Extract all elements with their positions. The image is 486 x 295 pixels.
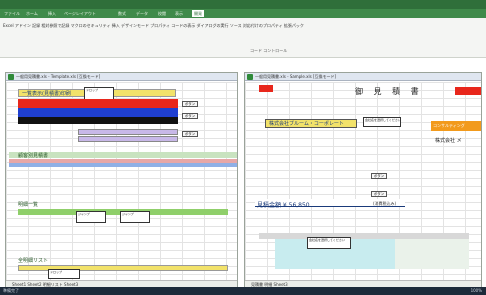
tab-home[interactable]: ホーム (26, 10, 38, 17)
section-title: 一覧表示(見積書)印刷 (22, 91, 71, 97)
tax-note: (消費税込み) (373, 201, 397, 206)
red-flag (455, 87, 481, 95)
callout-box: ジャンプ (120, 211, 150, 223)
tab-layout[interactable]: ページレイアウト (64, 10, 96, 17)
side-banner: コンサルティング (433, 123, 465, 128)
left-workbook-window[interactable]: 一般用見積書.xls - Template.xls [互換モード] 一覧表示(見… (5, 72, 238, 289)
tab-view[interactable]: 表示 (175, 10, 183, 17)
recipient-name: 株式会社 メ (435, 138, 462, 144)
total-amount: 見積金額 ¥ 56,850 (257, 202, 310, 209)
left-window-title[interactable]: 一般用見積書.xls - Template.xls [互換モード] (6, 73, 237, 81)
status-text: 準備完了 (3, 288, 19, 293)
title-bar (0, 0, 486, 9)
tab-file[interactable]: ファイル (4, 10, 20, 17)
status-bar: 準備完了 100% (0, 287, 486, 295)
action-button[interactable]: ボタン (182, 113, 198, 119)
red-marker (259, 85, 273, 92)
callout-box: 会社名を選択してください (307, 237, 351, 249)
callout-box: 会社名を選択してください (363, 117, 401, 127)
ribbon-commands[interactable]: Excel アドイン 記録 相対参照で記録 マクロのセキュリティ 挿入 デザイン… (3, 22, 413, 29)
tab-insert[interactable]: 挿入 (48, 10, 56, 17)
action-button[interactable]: ボタン (371, 173, 387, 179)
tab-data[interactable]: データ (136, 10, 148, 17)
blue-bar (18, 108, 178, 117)
callout-box: ドロップ (48, 269, 80, 279)
tab-review[interactable]: 校閲 (158, 10, 166, 17)
blue-row (9, 163, 237, 167)
ribbon-group-label: コード コントロール (250, 48, 288, 53)
excel-icon (247, 74, 253, 80)
input-row[interactable] (78, 129, 178, 135)
company-name: 株式会社ブルーム・コーポレート (269, 121, 344, 127)
input-row[interactable] (78, 136, 178, 142)
section-label: 全明細リスト (18, 258, 49, 264)
right-window-title[interactable]: 一般用見積書.xls - Sample.xls [互換モード] (245, 73, 481, 81)
section-label: 顧客別見積書 (18, 153, 49, 159)
ribbon: Excel アドイン 記録 相対参照で記録 マクロのセキュリティ 挿入 デザイン… (0, 18, 486, 58)
action-button[interactable]: ボタン (182, 131, 198, 137)
callout-box: ジャンプ (76, 211, 106, 223)
ribbon-tabs: ファイル ホーム 挿入 ページレイアウト 数式 データ 校閲 表示 開発 (0, 9, 486, 18)
detail-amounts (395, 239, 469, 269)
zoom-level[interactable]: 100% (471, 287, 482, 295)
black-bar (18, 117, 178, 124)
action-button[interactable]: ボタン (371, 191, 387, 197)
tab-developer[interactable]: 開発 (192, 10, 204, 17)
action-button[interactable]: ボタン (182, 101, 198, 107)
document-heading: 御 見 積 書 (355, 87, 423, 96)
red-bar (18, 99, 178, 108)
section-label: 明細一覧 (18, 202, 39, 208)
excel-icon (8, 74, 14, 80)
right-workbook-window[interactable]: 一般用見積書.xls - Sample.xls [互換モード] 御 見 積 書 … (244, 72, 482, 289)
tab-formulas[interactable]: 数式 (118, 10, 126, 17)
